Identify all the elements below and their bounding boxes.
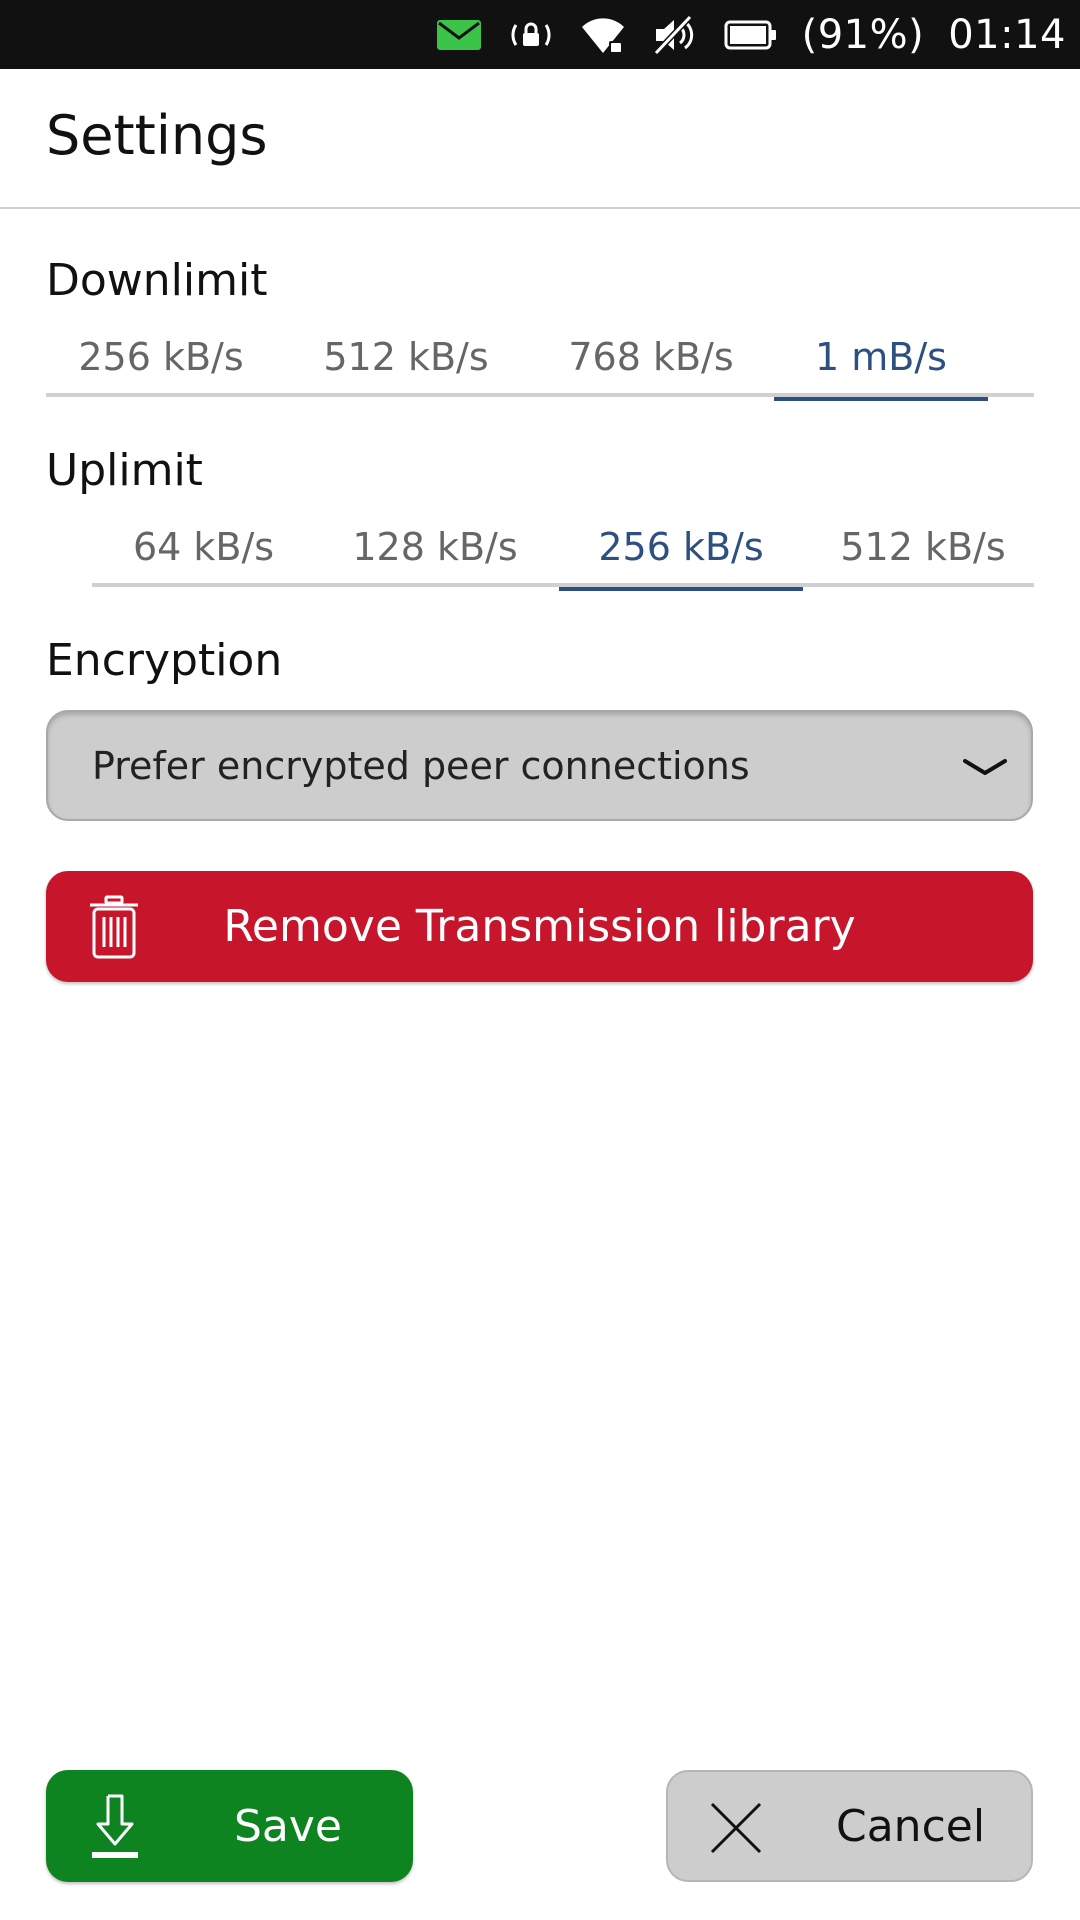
cancel-label: Cancel (836, 1800, 986, 1852)
uplimit-label: Uplimit (46, 445, 203, 496)
download-icon (90, 1792, 140, 1864)
page-title: Settings (46, 104, 268, 167)
remove-library-label: Remove Transmission library (223, 901, 856, 952)
save-button[interactable]: Save (46, 1770, 413, 1882)
selected-indicator (559, 587, 803, 591)
clock: 01:14 (948, 11, 1066, 58)
rotation-lock-icon (508, 15, 554, 55)
status-bar: (91%) 01:14 (0, 0, 1080, 69)
muted-speaker-icon (652, 14, 698, 55)
downlimit-option-768[interactable]: 768 kB/s (536, 317, 766, 397)
encryption-dropdown[interactable]: Prefer encrypted peer connections (46, 710, 1033, 821)
cancel-button[interactable]: Cancel (666, 1770, 1033, 1882)
downlimit-option-1m[interactable]: 1 mB/s (774, 317, 988, 401)
uplimit-option-128[interactable]: 128 kB/s (324, 507, 546, 587)
header: Settings (0, 69, 1080, 209)
uplimit-option-256-label: 256 kB/s (598, 525, 764, 569)
save-label: Save (234, 1800, 343, 1852)
selected-indicator (774, 397, 988, 401)
chevron-down-icon (961, 747, 1009, 791)
uplimit-option-512[interactable]: 512 kB/s (812, 507, 1034, 587)
encryption-label: Encryption (46, 635, 283, 686)
close-icon (708, 1800, 764, 1860)
battery-icon (724, 19, 778, 51)
battery-percent: (91%) (801, 11, 925, 58)
downlimit-option-1m-label: 1 mB/s (815, 335, 947, 379)
downlimit-option-256[interactable]: 256 kB/s (46, 317, 276, 397)
encryption-selected-value: Prefer encrypted peer connections (92, 743, 750, 788)
uplimit-option-256[interactable]: 256 kB/s (559, 507, 803, 591)
uplimit-selector: 64 kB/s 128 kB/s 256 kB/s 512 kB/s (92, 507, 1034, 591)
mail-icon (436, 19, 482, 51)
downlimit-label: Downlimit (46, 255, 268, 306)
uplimit-option-64[interactable]: 64 kB/s (92, 507, 315, 587)
wifi-icon (580, 15, 626, 55)
downlimit-option-512[interactable]: 512 kB/s (291, 317, 521, 397)
downlimit-selector: 256 kB/s 512 kB/s 768 kB/s 1 mB/s (46, 317, 1034, 401)
remove-library-button[interactable]: Remove Transmission library (46, 871, 1033, 982)
